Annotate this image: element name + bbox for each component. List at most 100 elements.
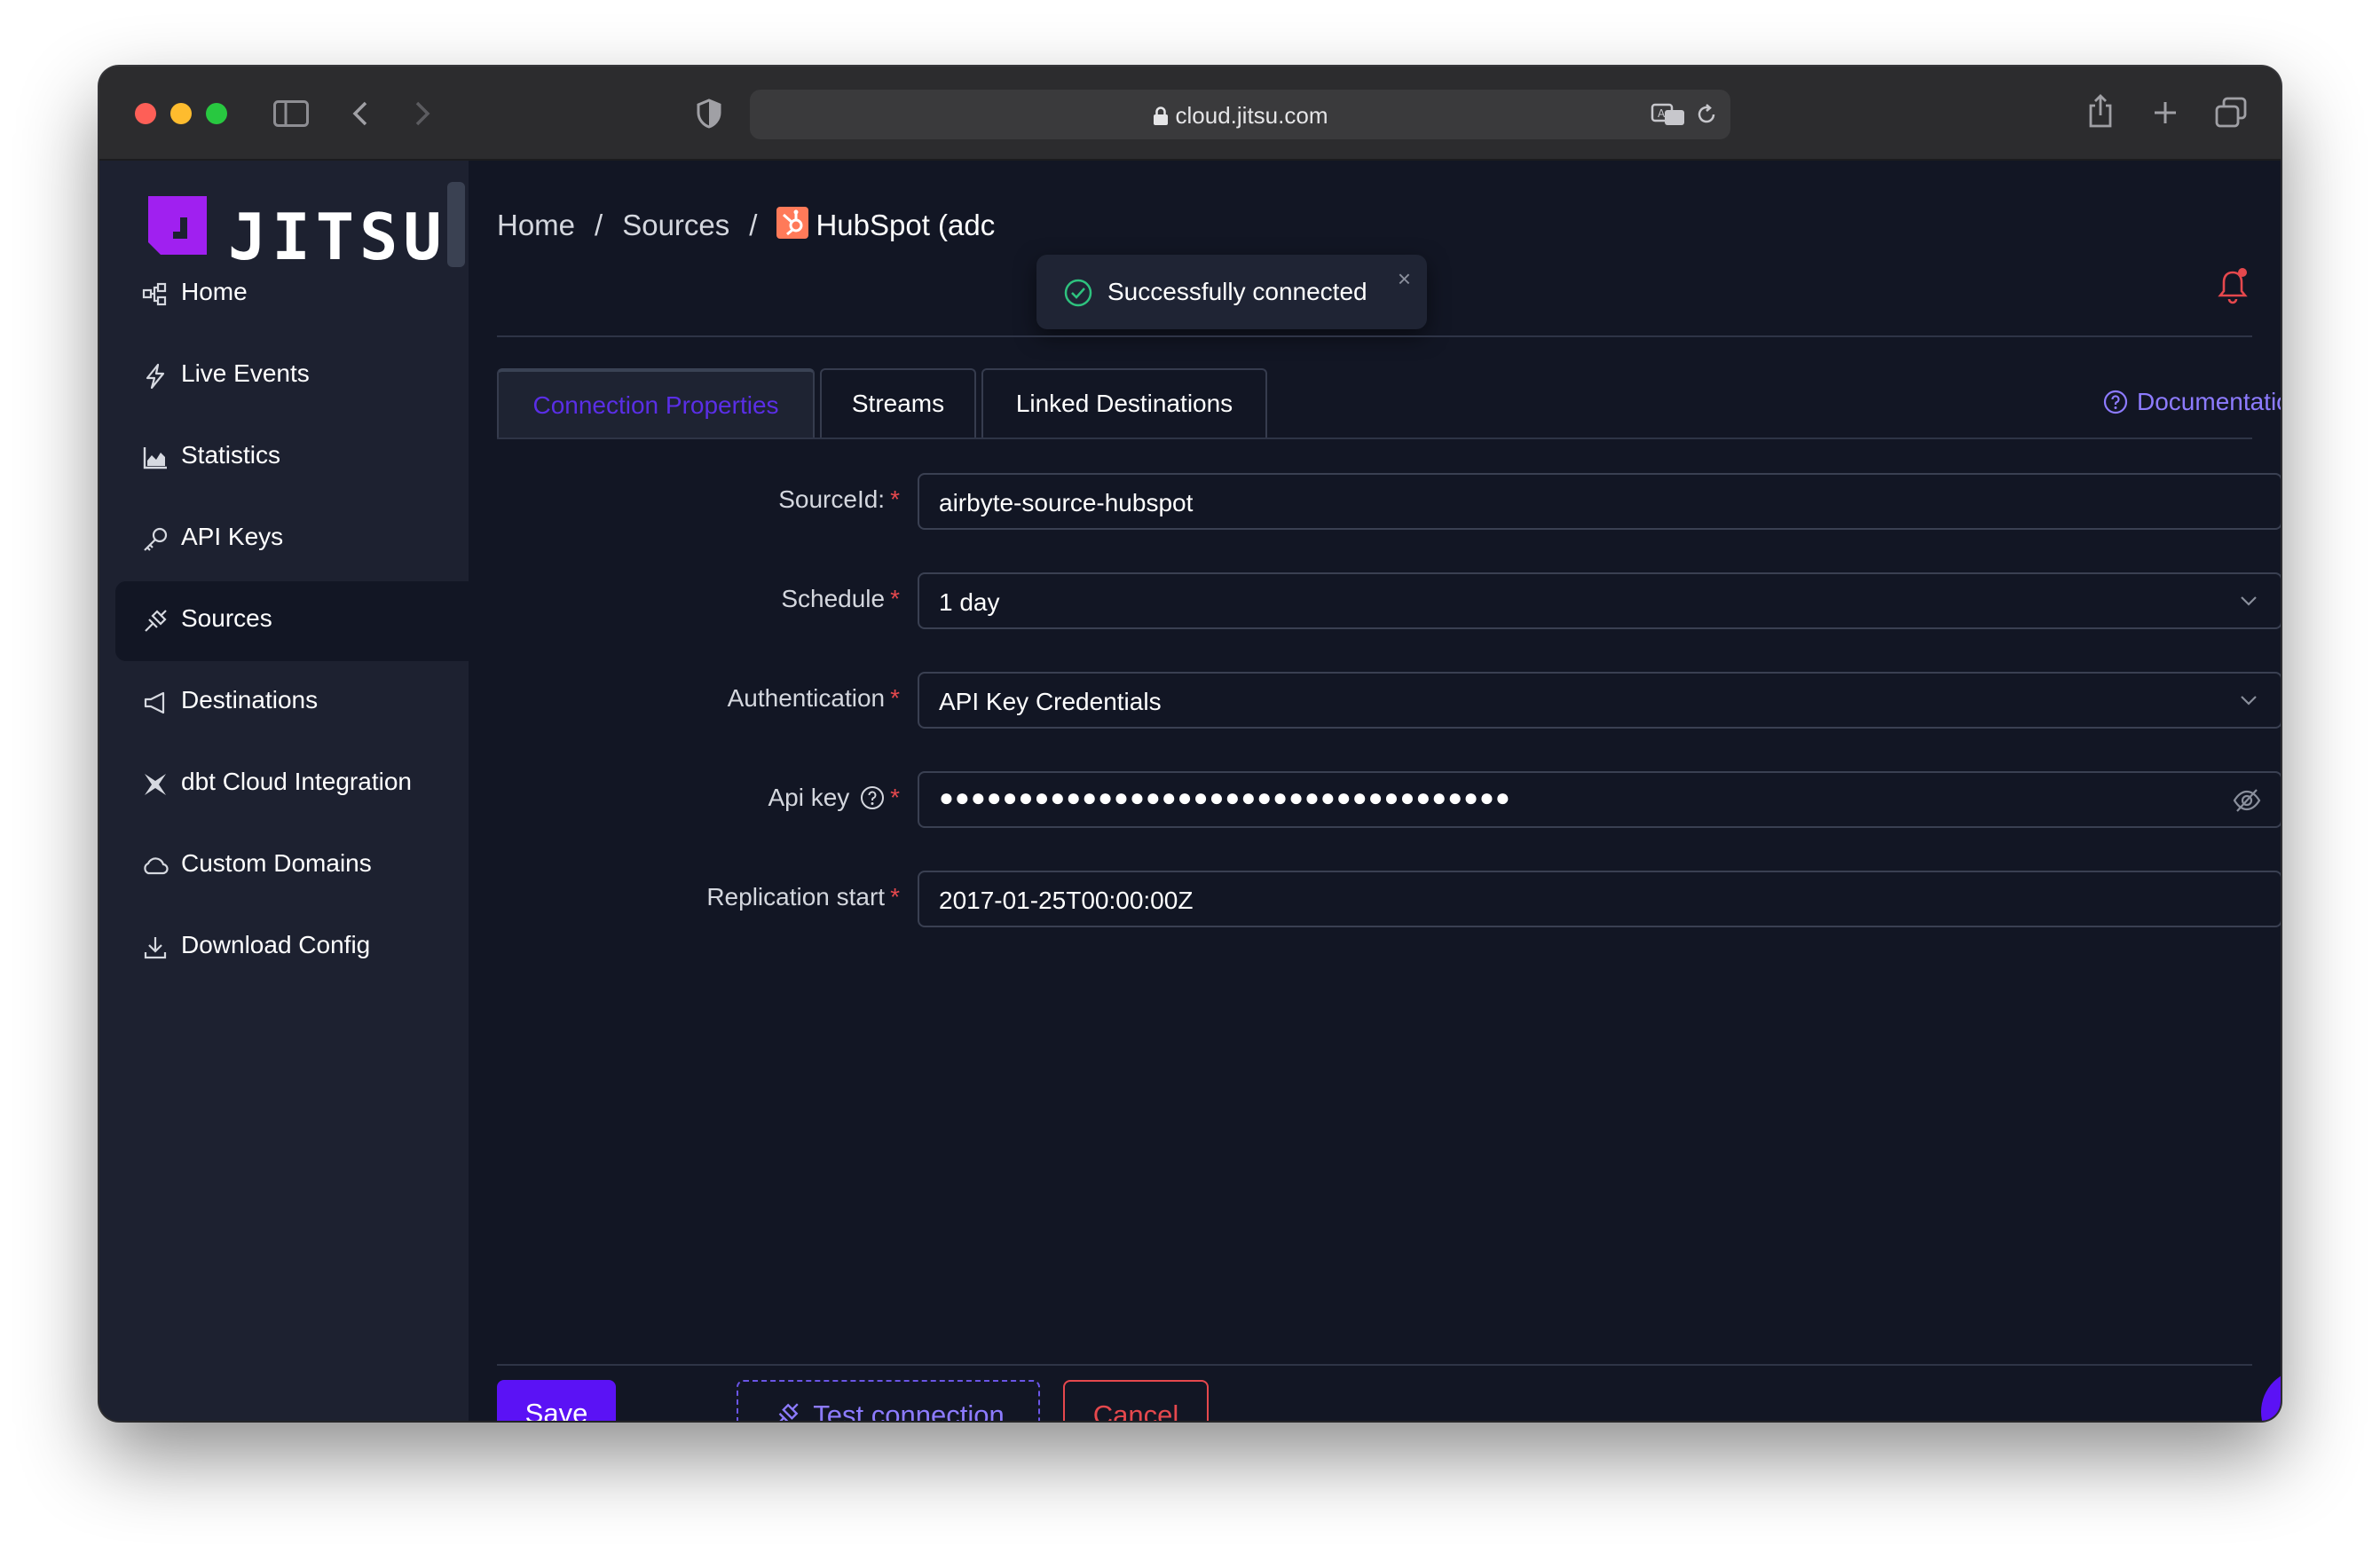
sidebar-item-api-keys[interactable]: API Keys [115, 500, 469, 579]
required-mark: * [890, 585, 900, 612]
maximize-window-button[interactable] [206, 103, 227, 124]
sidebar-toggle-icon[interactable] [273, 100, 309, 127]
chevron-down-icon [2241, 596, 2257, 606]
schedule-select[interactable]: 1 day [918, 572, 2281, 629]
save-button[interactable]: Save [497, 1380, 616, 1421]
documentation-label: Documentation [2137, 388, 2281, 415]
main-content: Home / Sources / HubSpot (adc Successfully c… [469, 161, 2281, 1421]
schedule-label: Schedule * [781, 585, 900, 613]
back-icon[interactable] [351, 100, 369, 127]
sidebar-item-dbt-cloud[interactable]: dbt Cloud Integration [115, 745, 469, 824]
test-connection-label: Test connection [813, 1399, 1005, 1421]
replication-start-field[interactable]: 2017-01-25T00:00:00Z [918, 871, 2281, 927]
sidebar-item-destinations[interactable]: Destinations [115, 663, 469, 743]
sidebar-item-label: Sources [181, 604, 272, 632]
share-icon[interactable] [2087, 93, 2114, 129]
bolt-icon [146, 363, 165, 390]
source-id-field[interactable]: airbyte-source-hubspot [918, 473, 2281, 530]
api-key-label: Api key * [768, 784, 900, 812]
authentication-label: Authentication * [728, 684, 900, 713]
browser-window: cloud.jitsu.com A JITSU Home Live Events… [99, 67, 2281, 1421]
help-circle-icon [2103, 390, 2128, 414]
privacy-shield-icon[interactable] [696, 99, 722, 129]
sidebar-item-label: Destinations [181, 686, 319, 713]
source-id-label: SourceId: * [778, 485, 900, 514]
sidebar: JITSU Home Live Events Statistics API Ke… [99, 161, 469, 1421]
translate-icon[interactable]: A [1651, 102, 1686, 127]
label-text: Replication start [706, 883, 886, 911]
toast-message: Successfully connected [1107, 278, 1367, 305]
sidebar-item-label: Statistics [181, 441, 281, 469]
toast-close-button[interactable]: × [1398, 265, 1411, 293]
cloud-icon [144, 857, 169, 875]
authentication-select[interactable]: API Key Credentials [918, 672, 2281, 729]
sidebar-item-label: Download Config [181, 931, 371, 958]
tab-connection-properties[interactable]: Connection Properties [497, 368, 815, 439]
close-window-button[interactable] [135, 103, 156, 124]
label-text: Authentication [727, 684, 886, 712]
minimize-window-button[interactable] [170, 103, 192, 124]
tabs-divider [497, 438, 2252, 439]
svg-text:A: A [1658, 107, 1666, 120]
chevron-down-icon [2241, 696, 2257, 706]
header-divider [497, 335, 2252, 337]
breadcrumb-home-link[interactable]: Home [497, 209, 575, 241]
sidebar-item-home[interactable]: Home [115, 255, 469, 335]
address-bar[interactable]: cloud.jitsu.com A [750, 90, 1730, 139]
reload-icon[interactable] [1695, 103, 1718, 126]
tab-streams[interactable]: Streams [820, 368, 976, 439]
home-icon [142, 282, 167, 306]
breadcrumb-sources-link[interactable]: Sources [622, 209, 729, 241]
plug-icon [778, 1403, 799, 1421]
sidebar-item-sources[interactable]: Sources [115, 581, 469, 661]
megaphone-icon [144, 691, 165, 714]
footer-divider [497, 1364, 2252, 1366]
key-icon [144, 527, 168, 551]
source-id-value: airbyte-source-hubspot [939, 489, 1194, 516]
required-mark: * [890, 684, 900, 712]
authentication-value: API Key Credentials [939, 688, 1162, 715]
jitsu-logo-icon[interactable] [148, 196, 207, 255]
schedule-value: 1 day [939, 588, 1000, 616]
eye-off-icon[interactable] [2233, 787, 2261, 814]
replication-start-value: 2017-01-25T00:00:00Z [939, 887, 1194, 914]
url-text: cloud.jitsu.com [750, 102, 1730, 130]
tab-overview-icon[interactable] [2215, 97, 2247, 129]
sidebar-item-live-events[interactable]: Live Events [115, 336, 469, 416]
required-mark: * [890, 485, 900, 513]
sidebar-item-statistics[interactable]: Statistics [115, 418, 469, 498]
label-text: SourceId: [778, 485, 886, 513]
sidebar-item-label: dbt Cloud Integration [181, 768, 412, 795]
required-mark: * [890, 784, 900, 811]
browser-titlebar: cloud.jitsu.com A [99, 67, 2281, 161]
api-key-value: ●●●●●●●●●●●●●●●●●●●●●●●●●●●●●●●●●●●● [939, 784, 1511, 811]
hubspot-icon [776, 207, 809, 239]
tab-linked-destinations[interactable]: Linked Destinations [981, 368, 1267, 439]
breadcrumb: Home / Sources / HubSpot (adc [497, 207, 996, 241]
sidebar-item-download-config[interactable]: Download Config [115, 908, 469, 988]
dbt-icon [145, 774, 166, 795]
forward-icon[interactable] [414, 100, 431, 127]
required-mark: * [890, 883, 900, 911]
breadcrumb-current: HubSpot (adc [816, 209, 996, 241]
new-tab-icon[interactable] [2153, 100, 2178, 125]
sidebar-item-custom-domains[interactable]: Custom Domains [115, 826, 469, 906]
sidebar-item-label: API Keys [181, 523, 284, 550]
download-icon [144, 937, 167, 959]
api-key-field[interactable]: ●●●●●●●●●●●●●●●●●●●●●●●●●●●●●●●●●●●● [918, 771, 2281, 828]
notification-bell-icon[interactable] [2217, 267, 2249, 306]
sidebar-item-label: Home [181, 278, 248, 305]
label-text: Schedule [781, 585, 886, 612]
chart-icon [143, 447, 167, 469]
test-connection-button[interactable]: Test connection [737, 1380, 1040, 1421]
check-circle-icon [1064, 279, 1092, 307]
chat-support-button[interactable] [2261, 1369, 2281, 1421]
help-circle-icon[interactable] [860, 785, 885, 810]
cancel-button[interactable]: Cancel [1063, 1380, 1209, 1421]
success-toast: Successfully connected × [1036, 255, 1427, 329]
replication-start-label: Replication start * [706, 883, 900, 911]
sidebar-item-label: Custom Domains [181, 849, 372, 877]
documentation-link[interactable]: Documentation [2103, 388, 2281, 416]
sidebar-item-label: Live Events [181, 359, 310, 387]
plug-icon [145, 610, 167, 632]
